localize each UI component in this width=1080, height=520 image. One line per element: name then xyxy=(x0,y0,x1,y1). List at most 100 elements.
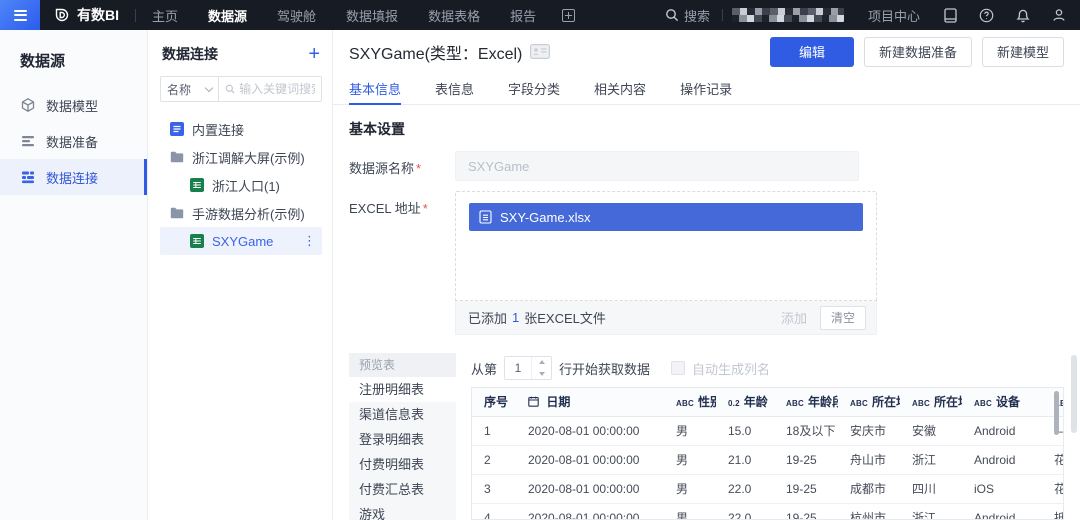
new-data-prep-button[interactable]: 新建数据准备 xyxy=(864,37,972,67)
grid-cell: 浙江 xyxy=(900,503,962,520)
stepper-down-icon[interactable] xyxy=(532,368,551,379)
nav-item-5[interactable]: 报告 xyxy=(510,6,536,25)
excel-file-icon xyxy=(190,234,204,248)
sidebar-item-data-connection[interactable]: 数据连接 xyxy=(0,159,147,195)
grid-row[interactable]: 42020-08-01 00:00:00男22.019-25杭州市浙江Andro… xyxy=(472,503,1064,520)
preview-table-item[interactable]: 付费汇总表 xyxy=(349,477,456,502)
search-icon xyxy=(665,8,679,22)
tree-item-excel[interactable]: 浙江人口(1) xyxy=(160,171,322,199)
tab-field-category[interactable]: 字段分类 xyxy=(508,73,560,105)
grid-cell: 2020-08-01 00:00:00 xyxy=(516,416,664,445)
preview-right: 从第 行开始获取数据 自动生成列名 xyxy=(456,353,1064,520)
project-center-link[interactable]: 项目中心 xyxy=(868,6,920,25)
new-model-button[interactable]: 新建模型 xyxy=(982,37,1064,67)
app-logo[interactable]: 有数BI xyxy=(40,5,129,25)
tree-search[interactable] xyxy=(218,76,322,102)
excel-file-box: SXY-Game.xlsx 已添加1张EXCEL文件 添加 清空 xyxy=(455,191,877,335)
plus-square-icon[interactable] xyxy=(562,9,575,22)
nav-item-3[interactable]: 数据填报 xyxy=(346,6,398,25)
grid-cell: 2020-08-01 00:00:00 xyxy=(516,503,664,520)
sidebar-item-data-prep[interactable]: 数据准备 xyxy=(0,123,147,159)
add-file-button[interactable]: 添加 xyxy=(781,308,807,327)
clear-files-button[interactable]: 清空 xyxy=(820,306,866,330)
grid-cell: 男 xyxy=(664,416,716,445)
id-card-icon[interactable] xyxy=(530,44,550,59)
type-badge: 0.2 xyxy=(728,399,740,408)
help-icon[interactable] xyxy=(979,8,994,23)
tab-basic-info[interactable]: 基本信息 xyxy=(349,73,401,105)
preview-table-item[interactable]: 游戏 xyxy=(349,502,456,520)
type-badge: ABC xyxy=(850,399,868,408)
grid-col-设备: ABC设备 xyxy=(962,388,1042,416)
nav-item-1[interactable]: 数据源 xyxy=(208,6,247,25)
grid-cell: 3 xyxy=(472,474,516,503)
required-mark: * xyxy=(416,161,421,176)
menu-toggle-button[interactable] xyxy=(0,0,40,30)
tab-operation-log[interactable]: 操作记录 xyxy=(680,73,732,105)
tab-related-content[interactable]: 相关内容 xyxy=(594,73,646,105)
header-actions: 编辑 新建数据准备 新建模型 xyxy=(770,37,1064,67)
edit-button[interactable]: 编辑 xyxy=(770,37,854,67)
excel-file-item[interactable]: SXY-Game.xlsx xyxy=(469,203,863,231)
grid-cell: 2020-08-01 00:00:00 xyxy=(516,445,664,474)
grid-row[interactable]: 22020-08-01 00:00:00男21.019-25舟山市浙江Andro… xyxy=(472,445,1064,474)
nav-item-0[interactable]: 主页 xyxy=(152,6,178,25)
grid-scrollbar[interactable] xyxy=(1054,391,1059,435)
tree-search-input[interactable] xyxy=(239,82,315,96)
folder-icon xyxy=(170,207,184,219)
type-badge: ABC xyxy=(974,399,992,408)
tree-item-builtin[interactable]: 内置连接 xyxy=(160,115,322,143)
grid-cell: 杭州市 xyxy=(838,503,900,520)
nav-item-2[interactable]: 驾驶舱 xyxy=(277,6,316,25)
grid-cell: 21.0 xyxy=(716,445,774,474)
row-start-controls: 从第 行开始获取数据 自动生成列名 xyxy=(471,353,1064,383)
row-start-input[interactable] xyxy=(505,357,531,379)
topbar-right: 搜索 项目中心 xyxy=(665,6,1080,25)
stepper-up-icon[interactable] xyxy=(532,357,551,368)
tab-table-info[interactable]: 表信息 xyxy=(435,73,474,105)
global-search[interactable]: 搜索 xyxy=(665,6,710,25)
notifications-bell-icon[interactable] xyxy=(1016,8,1030,23)
preview-table-item[interactable]: 渠道信息表 xyxy=(349,402,456,427)
more-actions-icon[interactable]: ⋮ xyxy=(303,233,316,249)
preview-table-item[interactable]: 登录明细表 xyxy=(349,427,456,452)
tree-item-excel-selected[interactable]: SXYGame ⋮ xyxy=(160,227,322,255)
grid-cell: 15.0 xyxy=(716,416,774,445)
logo-text: 有数BI xyxy=(77,5,119,25)
main-header: SXYGame(类型：Excel) 编辑 新建数据准备 新建模型 xyxy=(333,30,1080,73)
nav-item-4[interactable]: 数据表格 xyxy=(428,6,480,25)
grid-cell: 4 xyxy=(472,503,516,520)
grid-cell: 安庆市 xyxy=(838,416,900,445)
tree-item-folder[interactable]: 浙江调解大屏(示例) xyxy=(160,143,322,171)
grid-cell: 19-25 xyxy=(774,503,838,520)
grid-cell: 花 xyxy=(1042,445,1064,474)
topbar-nav: 主页 数据源 驾驶舱 数据填报 数据表格 报告 xyxy=(152,6,536,25)
page-scrollbar[interactable] xyxy=(1071,355,1077,433)
excel-doc-icon xyxy=(479,210,492,224)
grid-cell: 四川 xyxy=(900,474,962,503)
grid-cell: 2020-08-01 00:00:00 xyxy=(516,474,664,503)
preview-list-header: 预览表 xyxy=(349,353,456,377)
grid-col-日期: 日期 xyxy=(516,388,664,416)
sidebar-item-data-model[interactable]: 数据模型 xyxy=(0,87,147,123)
preview-section: 预览表 注册明细表渠道信息表登录明细表付费明细表付费汇总表游戏通关信息表 从第 xyxy=(349,353,1064,520)
preview-table-item[interactable]: 注册明细表 xyxy=(349,377,456,402)
auto-colname-checkbox[interactable] xyxy=(671,361,685,375)
excel-file-dropzone[interactable]: SXY-Game.xlsx xyxy=(455,191,877,301)
grid-col-extra: ABC xyxy=(1042,388,1064,416)
grid-cell: 浙江 xyxy=(900,445,962,474)
auto-colname-label: 自动生成列名 xyxy=(692,359,770,378)
row-start-stepper[interactable] xyxy=(504,356,552,380)
name-filter-select[interactable]: 名称 xyxy=(160,76,218,102)
preview-table-item[interactable]: 付费明细表 xyxy=(349,452,456,477)
user-avatar-icon[interactable] xyxy=(1052,8,1066,22)
device-icon[interactable] xyxy=(944,8,957,23)
chevron-down-icon xyxy=(205,83,213,91)
tree-item-folder[interactable]: 手游数据分析(示例) xyxy=(160,199,322,227)
add-connection-button[interactable]: + xyxy=(308,47,320,61)
grid-row[interactable]: 32020-08-01 00:00:00男22.019-25成都市四川iOS花 xyxy=(472,474,1064,503)
page-title: SXYGame(类型：Excel) xyxy=(349,40,522,64)
grid-row[interactable]: 12020-08-01 00:00:00男15.018及以下安庆市安徽Andro… xyxy=(472,416,1064,445)
sidebar: 数据源 数据模型 数据准备 数据连接 xyxy=(0,30,148,520)
excel-file-icon xyxy=(190,178,204,192)
